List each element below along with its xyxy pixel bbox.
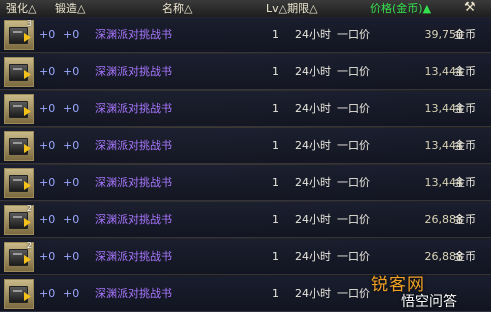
price-value: 13,444 xyxy=(424,65,464,78)
period-value: 24小时 xyxy=(295,250,331,263)
item-name: 深渊派对挑战书 xyxy=(95,102,172,115)
item-name: 深渊派对挑战书 xyxy=(95,213,172,226)
period-value: 24小时 xyxy=(295,139,331,152)
item-icon-slot[interactable]: 3 xyxy=(4,19,34,50)
price-value: 13,444 xyxy=(424,139,464,152)
sort-name-header[interactable]: 名称△ xyxy=(162,1,192,16)
price-value xyxy=(393,276,463,312)
auction-list-window: 强化△ 锻造△ 名称△ Lv△期限△ 价格(金币)▲ ⚒ 3 +0 +0 深渊派对挑战… xyxy=(0,0,491,312)
hammer-icon[interactable]: ⚒ xyxy=(464,0,476,16)
forge-value: +0 xyxy=(63,102,80,115)
item-icon-slot[interactable] xyxy=(4,57,34,87)
level-value: 1 xyxy=(272,28,279,41)
forge-value: +0 xyxy=(63,65,80,78)
price-value: 13,444 xyxy=(424,102,464,115)
item-icon-slot[interactable] xyxy=(4,94,34,124)
item-icon-slot[interactable] xyxy=(4,279,34,309)
level-value: 1 xyxy=(272,65,279,78)
forge-value: +0 xyxy=(63,176,80,189)
period-value: 24小时 xyxy=(295,213,331,226)
enhance-value: +0 xyxy=(39,28,56,41)
enhance-value: +0 xyxy=(39,102,56,115)
enhance-value: +0 xyxy=(39,176,56,189)
period-value: 24小时 xyxy=(295,65,331,78)
currency-unit: 金币 xyxy=(454,250,476,263)
forge-value: +0 xyxy=(63,28,80,41)
forge-value: +0 xyxy=(63,250,80,263)
level-value: 1 xyxy=(272,287,279,300)
auction-row[interactable]: +0 +0 深渊派对挑战书 1 24小时 一口价 13,444 金币 xyxy=(0,165,491,201)
level-value: 1 xyxy=(272,176,279,189)
item-name: 深渊派对挑战书 xyxy=(95,287,172,300)
sale-type: 一口价 xyxy=(337,213,370,226)
sort-forge-header[interactable]: 锻造△ xyxy=(55,1,85,16)
period-value: 24小时 xyxy=(295,28,331,41)
price-value: 13,444 xyxy=(424,176,464,189)
sort-lv-period-header[interactable]: Lv△期限△ xyxy=(266,1,318,16)
currency-unit: 金币 xyxy=(454,213,476,226)
auction-row[interactable]: +0 +0 深渊派对挑战书 1 24小时 一口价 13,444 金币 xyxy=(0,54,491,90)
sort-price-header[interactable]: 价格(金币)▲ xyxy=(370,1,431,16)
auction-row[interactable]: 3 +0 +0 深渊派对挑战书 1 24小时 一口价 39,750 金币 xyxy=(0,17,491,53)
sale-type: 一口价 xyxy=(337,250,370,263)
auction-row[interactable]: 2 +0 +0 深渊派对挑战书 1 24小时 一口价 26,888 金币 xyxy=(0,239,491,275)
sale-type: 一口价 xyxy=(337,28,370,41)
enhance-value: +0 xyxy=(39,213,56,226)
level-value: 1 xyxy=(272,213,279,226)
enhance-value: +0 xyxy=(39,139,56,152)
item-name: 深渊派对挑战书 xyxy=(95,176,172,189)
sale-type: 一口价 xyxy=(337,65,370,78)
currency-unit: 金币 xyxy=(454,65,476,78)
period-value: 24小时 xyxy=(295,176,331,189)
enhance-value: +0 xyxy=(39,287,56,300)
item-icon-slot[interactable] xyxy=(4,168,34,198)
auction-row[interactable]: 2 +0 +0 深渊派对挑战书 1 24小时 一口价 26,888 金币 xyxy=(0,202,491,238)
currency-unit: 金币 xyxy=(454,176,476,189)
currency-unit: 金币 xyxy=(454,139,476,152)
item-name: 深渊派对挑战书 xyxy=(95,139,172,152)
price-value: 26,888 xyxy=(424,213,464,226)
item-icon-slot[interactable]: 2 xyxy=(4,241,34,272)
forge-value: +0 xyxy=(63,139,80,152)
auction-row[interactable]: +0 +0 深渊派对挑战书 1 24小时 一口价 13,444 金币 xyxy=(0,128,491,164)
sale-type: 一口价 xyxy=(337,102,370,115)
sort-enhance-header[interactable]: 强化△ xyxy=(6,1,36,16)
period-value: 24小时 xyxy=(295,102,331,115)
enhance-value: +0 xyxy=(39,65,56,78)
item-quantity: 2 xyxy=(26,204,32,213)
item-icon-slot[interactable] xyxy=(4,131,34,161)
auction-row[interactable]: +0 +0 深渊派对挑战书 1 24小时 一口价 13,444 金币 xyxy=(0,91,491,127)
period-value: 24小时 xyxy=(295,287,331,300)
auction-row[interactable]: +0 +0 深渊派对挑战书 1 24小时 一口价 xyxy=(0,276,491,312)
level-value: 1 xyxy=(272,139,279,152)
item-name: 深渊派对挑战书 xyxy=(95,250,172,263)
forge-value: +0 xyxy=(63,213,80,226)
currency-unit: 金币 xyxy=(454,102,476,115)
sale-type: 一口价 xyxy=(337,176,370,189)
sale-type: 一口价 xyxy=(337,139,370,152)
level-value: 1 xyxy=(272,102,279,115)
item-quantity: 3 xyxy=(26,19,32,28)
item-icon-slot[interactable]: 2 xyxy=(4,204,34,235)
price-value: 39,750 xyxy=(424,28,464,41)
item-quantity: 2 xyxy=(26,241,32,250)
currency-unit: 金币 xyxy=(454,28,476,41)
column-header-bar: 强化△ 锻造△ 名称△ Lv△期限△ 价格(金币)▲ ⚒ xyxy=(0,0,491,18)
forge-value: +0 xyxy=(63,287,80,300)
item-name: 深渊派对挑战书 xyxy=(95,28,172,41)
level-value: 1 xyxy=(272,250,279,263)
enhance-value: +0 xyxy=(39,250,56,263)
item-name: 深渊派对挑战书 xyxy=(95,65,172,78)
sale-type: 一口价 xyxy=(337,287,370,300)
price-value: 26,888 xyxy=(424,250,464,263)
